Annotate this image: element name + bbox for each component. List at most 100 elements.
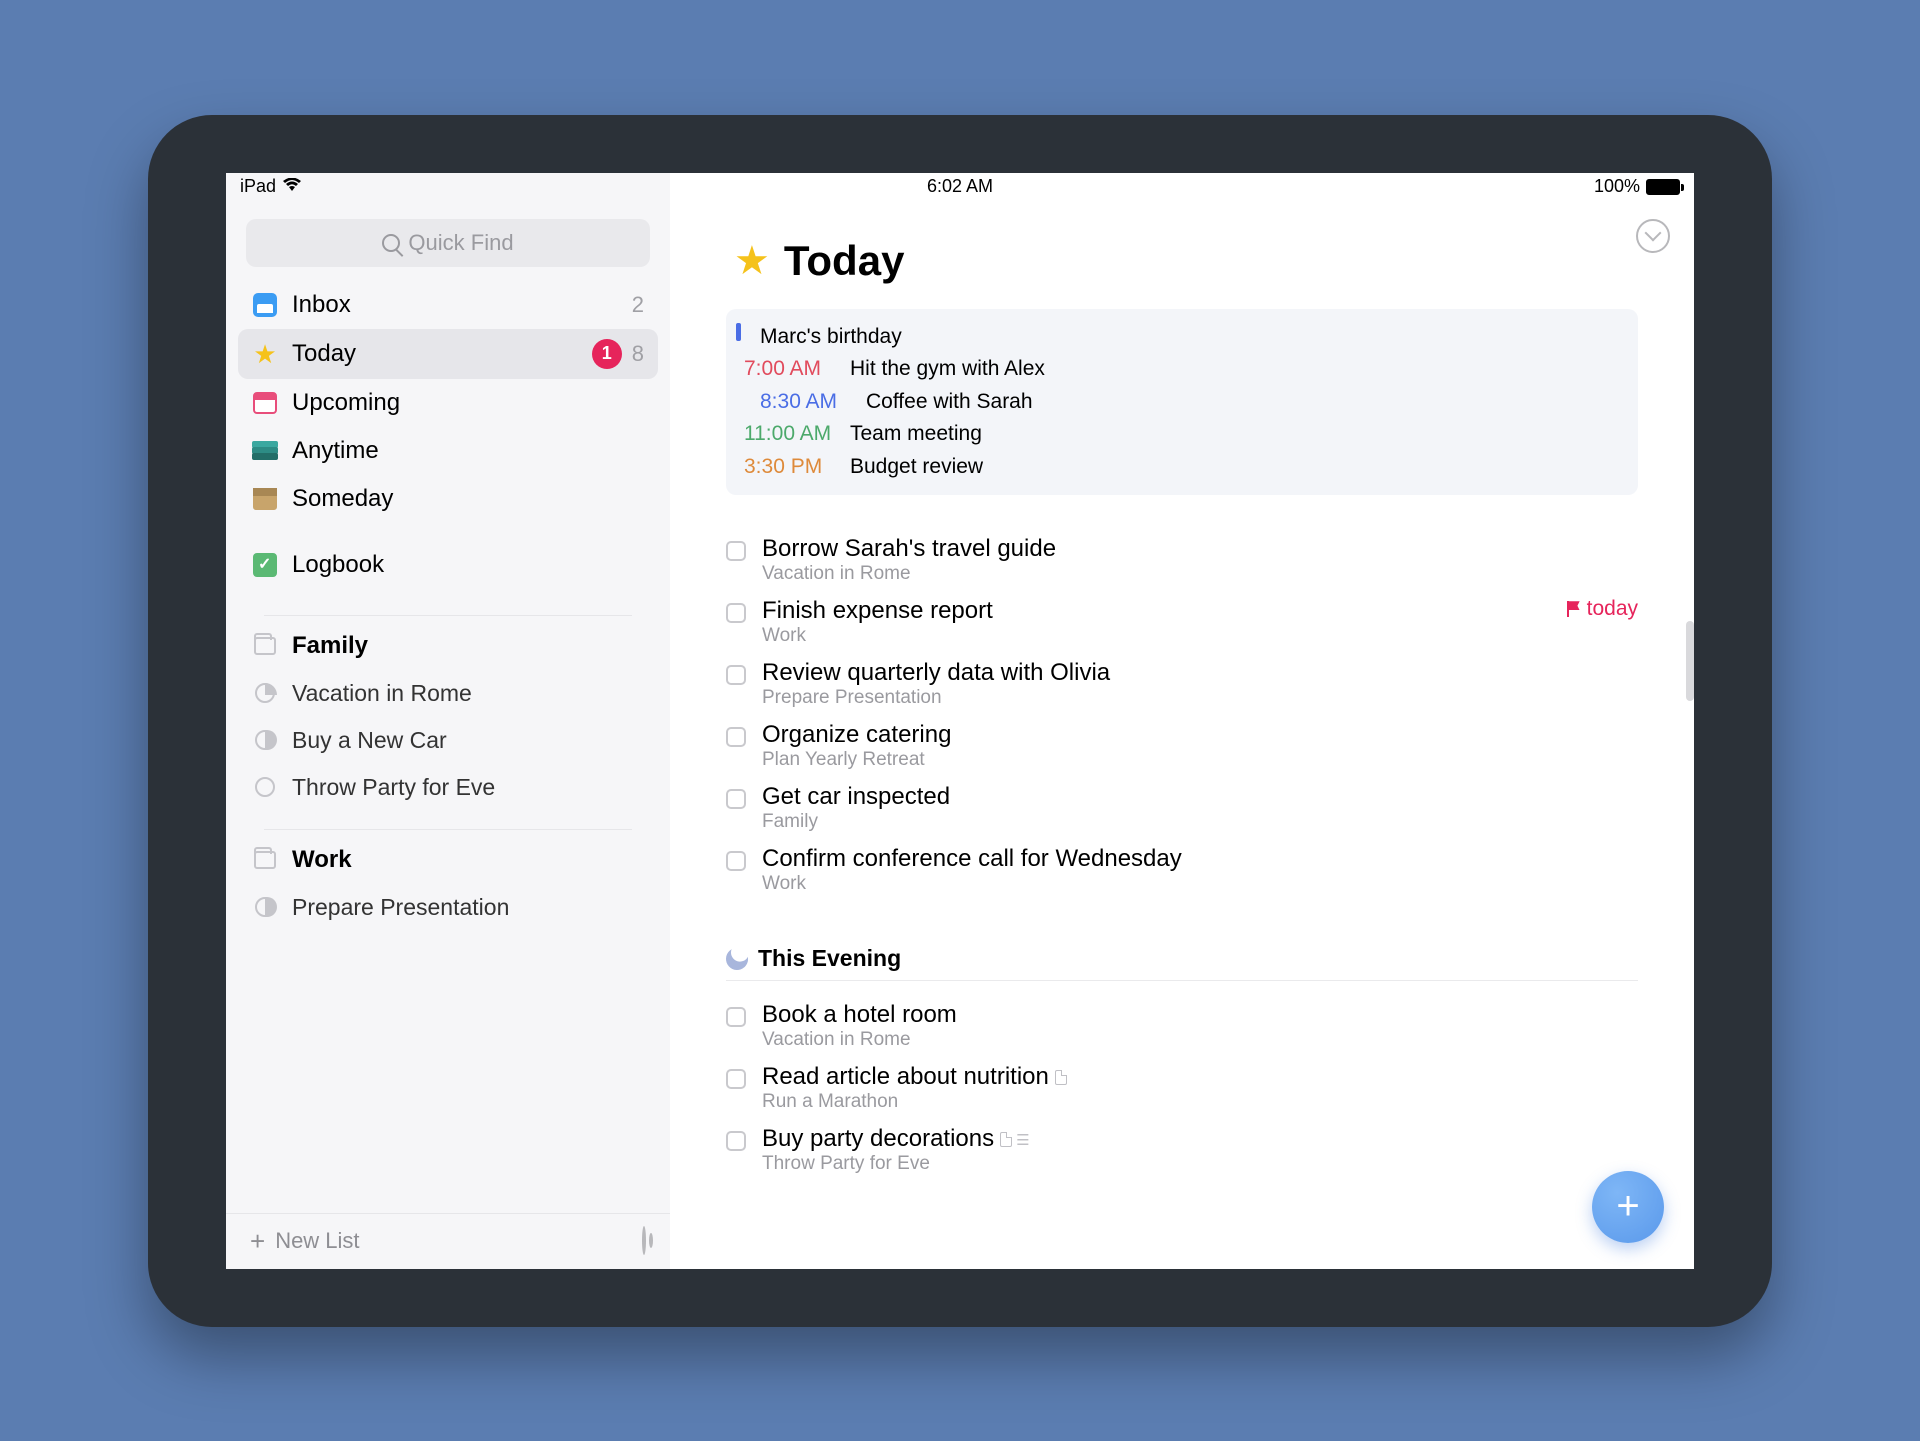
calendar-events[interactable]: Marc's birthday 7:00 AM Hit the gym with …	[726, 309, 1638, 496]
task-row[interactable]: Book a hotel roomVacation in Rome	[726, 995, 1638, 1057]
divider	[264, 615, 632, 616]
event-title: Coffee with Sarah	[866, 386, 1033, 419]
project-progress-icon	[255, 897, 275, 917]
add-task-button[interactable]: +	[1592, 1171, 1664, 1243]
nav-someday[interactable]: Someday	[238, 475, 658, 523]
new-list-button[interactable]: New List	[275, 1228, 359, 1254]
project-label: Throw Party for Eve	[292, 774, 495, 801]
area-work[interactable]: Work	[238, 836, 658, 884]
task-project: Work	[762, 625, 1638, 647]
note-icon	[1000, 1132, 1012, 1147]
task-project: Plan Yearly Retreat	[762, 749, 1638, 771]
nav-badge: 1	[592, 339, 622, 369]
allday-event: Marc's birthday	[760, 321, 902, 354]
task-checkbox[interactable]	[726, 1069, 746, 1089]
event-title: Hit the gym with Alex	[850, 353, 1045, 386]
star-icon: ★	[734, 238, 770, 284]
area-family[interactable]: Family	[238, 622, 658, 670]
logbook-icon	[253, 553, 277, 577]
wifi-icon	[282, 176, 302, 197]
task-checkbox[interactable]	[726, 1131, 746, 1151]
nav-label: Inbox	[292, 291, 351, 319]
battery-percent: 100%	[1594, 176, 1640, 197]
checklist-icon: ☰	[1016, 1131, 1028, 1149]
sidebar-footer: + New List	[226, 1213, 670, 1269]
calendar-event[interactable]: 3:30 PM Budget review	[740, 451, 1624, 484]
nav-anytime[interactable]: Anytime	[238, 427, 658, 475]
star-icon: ★	[252, 341, 278, 367]
project-vacation[interactable]: Vacation in Rome	[238, 670, 658, 717]
task-title: Borrow Sarah's travel guide	[762, 535, 1638, 563]
task-project: Prepare Presentation	[762, 687, 1638, 709]
nav-label: Someday	[292, 485, 393, 513]
task-project: Work	[762, 873, 1638, 895]
event-accent	[736, 323, 741, 341]
project-label: Prepare Presentation	[292, 894, 509, 921]
gear-icon	[642, 1226, 646, 1255]
calendar-icon	[253, 392, 277, 414]
calendar-event[interactable]: 7:00 AM Hit the gym with Alex	[740, 353, 1624, 386]
nav-today[interactable]: ★ Today 1 8	[238, 329, 658, 379]
task-row[interactable]: Read article about nutritionRun a Marath…	[726, 1057, 1638, 1119]
nav-inbox[interactable]: Inbox 2	[238, 281, 658, 329]
more-menu-button[interactable]	[1636, 219, 1670, 253]
task-row[interactable]: Finish expense reportWorktoday	[726, 591, 1638, 653]
status-bar: iPad 6:02 AM 100%	[226, 173, 1694, 201]
task-title: Finish expense report	[762, 597, 1638, 625]
task-row[interactable]: Get car inspectedFamily	[726, 777, 1638, 839]
search-icon	[382, 234, 400, 252]
event-time: 3:30 PM	[744, 451, 840, 484]
area-label: Family	[292, 632, 368, 660]
nav-label: Today	[292, 340, 356, 368]
event-time: 11:00 AM	[744, 418, 840, 451]
task-checkbox[interactable]	[726, 727, 746, 747]
project-car[interactable]: Buy a New Car	[238, 717, 658, 764]
search-input[interactable]: Quick Find	[246, 219, 650, 267]
task-title: Buy party decorations☰	[762, 1125, 1638, 1153]
event-title: Budget review	[850, 451, 983, 484]
task-title: Book a hotel room	[762, 1001, 1638, 1029]
device-label: iPad	[240, 176, 276, 197]
chevron-down-icon	[1645, 225, 1662, 242]
project-party[interactable]: Throw Party for Eve	[238, 764, 658, 811]
task-checkbox[interactable]	[726, 851, 746, 871]
task-checkbox[interactable]	[726, 541, 746, 561]
search-placeholder: Quick Find	[408, 230, 513, 256]
nav-label: Anytime	[292, 437, 379, 465]
task-title: Organize catering	[762, 721, 1638, 749]
task-checkbox[interactable]	[726, 603, 746, 623]
evening-section-header: This Evening	[726, 945, 1638, 981]
evening-label: This Evening	[758, 945, 901, 972]
task-row[interactable]: Confirm conference call for WednesdayWor…	[726, 839, 1638, 901]
task-checkbox[interactable]	[726, 1007, 746, 1027]
note-icon	[1055, 1070, 1067, 1085]
nav-logbook[interactable]: Logbook	[238, 541, 658, 589]
task-checkbox[interactable]	[726, 789, 746, 809]
flag-icon	[1567, 601, 1581, 617]
task-project: Vacation in Rome	[762, 1029, 1638, 1051]
nav-upcoming[interactable]: Upcoming	[238, 379, 658, 427]
nav-label: Logbook	[292, 551, 384, 579]
task-row[interactable]: Borrow Sarah's travel guideVacation in R…	[726, 529, 1638, 591]
scrollbar-thumb[interactable]	[1686, 621, 1694, 701]
archive-icon	[253, 488, 277, 510]
divider	[264, 829, 632, 830]
area-label: Work	[292, 846, 352, 874]
task-row[interactable]: Review quarterly data with OliviaPrepare…	[726, 653, 1638, 715]
settings-button[interactable]	[642, 1228, 646, 1254]
task-title: Confirm conference call for Wednesday	[762, 845, 1638, 873]
task-title: Review quarterly data with Olivia	[762, 659, 1638, 687]
task-row[interactable]: Organize cateringPlan Yearly Retreat	[726, 715, 1638, 777]
task-checkbox[interactable]	[726, 665, 746, 685]
area-icon	[254, 851, 276, 869]
project-progress-icon	[255, 777, 275, 797]
project-presentation[interactable]: Prepare Presentation	[238, 884, 658, 931]
event-time: 7:00 AM	[744, 353, 840, 386]
page-title: Today	[784, 237, 905, 285]
battery-icon	[1646, 179, 1680, 195]
calendar-event[interactable]: 8:30 AMCoffee with Sarah	[740, 386, 1624, 419]
task-project: Family	[762, 811, 1638, 833]
task-row[interactable]: Buy party decorations☰Throw Party for Ev…	[726, 1119, 1638, 1181]
inbox-icon	[253, 293, 277, 317]
calendar-event[interactable]: 11:00 AMTeam meeting	[740, 418, 1624, 451]
